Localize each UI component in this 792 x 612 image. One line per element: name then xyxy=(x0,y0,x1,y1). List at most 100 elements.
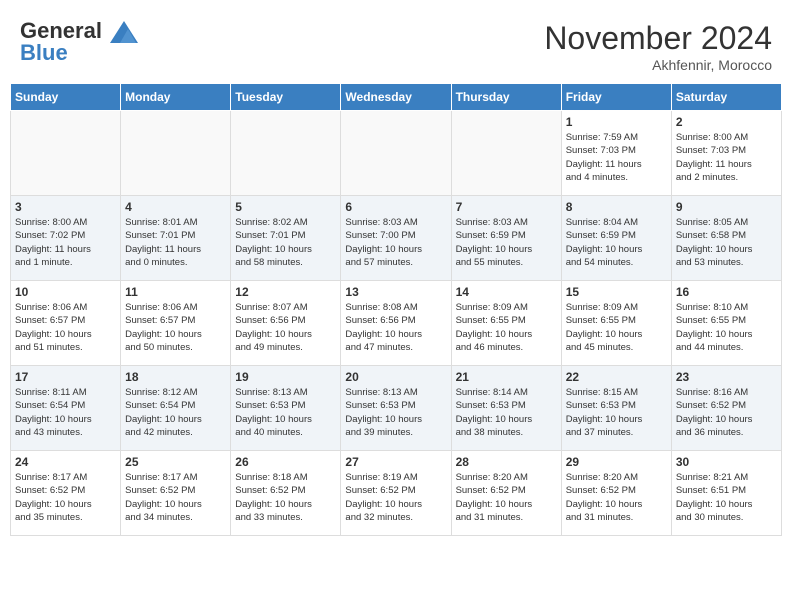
day-number: 11 xyxy=(125,285,226,299)
day-info: Sunrise: 8:02 AMSunset: 7:01 PMDaylight:… xyxy=(235,216,336,269)
calendar-day-cell: 22 Sunrise: 8:15 AMSunset: 6:53 PMDayligh… xyxy=(561,366,671,451)
calendar-day-cell: 4 Sunrise: 8:01 AMSunset: 7:01 PMDaylight… xyxy=(121,196,231,281)
day-number: 15 xyxy=(566,285,667,299)
day-info: Sunrise: 8:09 AMSunset: 6:55 PMDaylight:… xyxy=(456,301,557,354)
day-number: 8 xyxy=(566,200,667,214)
calendar-week-row: 1Sunrise: 7:59 AMSunset: 7:03 PMDaylight… xyxy=(11,111,782,196)
day-info: Sunrise: 8:08 AMSunset: 6:56 PMDaylight:… xyxy=(345,301,446,354)
day-info: Sunrise: 8:00 AMSunset: 7:03 PMDaylight:… xyxy=(676,131,777,184)
calendar-day-cell: 19 Sunrise: 8:13 AMSunset: 6:53 PMDayligh… xyxy=(231,366,341,451)
day-info: Sunrise: 8:13 AMSunset: 6:53 PMDaylight:… xyxy=(235,386,336,439)
day-info: Sunrise: 8:17 AMSunset: 6:52 PMDaylight:… xyxy=(15,471,116,524)
calendar-day-cell xyxy=(231,111,341,196)
day-info: Sunrise: 8:06 AMSunset: 6:57 PMDaylight:… xyxy=(15,301,116,354)
day-number: 22 xyxy=(566,370,667,384)
logo-text: General Blue xyxy=(20,20,102,64)
calendar-day-cell: 12 Sunrise: 8:07 AMSunset: 6:56 PMDayligh… xyxy=(231,281,341,366)
logo: General Blue xyxy=(20,20,142,64)
day-info: Sunrise: 8:12 AMSunset: 6:54 PMDaylight:… xyxy=(125,386,226,439)
calendar-day-cell xyxy=(11,111,121,196)
day-number: 30 xyxy=(676,455,777,469)
day-info: Sunrise: 8:16 AMSunset: 6:52 PMDaylight:… xyxy=(676,386,777,439)
calendar-day-cell: 16Sunrise: 8:10 AMSunset: 6:55 PMDayligh… xyxy=(671,281,781,366)
day-number: 27 xyxy=(345,455,446,469)
calendar-day-cell: 11 Sunrise: 8:06 AMSunset: 6:57 PMDayligh… xyxy=(121,281,231,366)
page-header: General Blue November 2024 Akhfennir, Mo… xyxy=(10,10,782,78)
location-subtitle: Akhfennir, Morocco xyxy=(544,57,772,73)
day-info: Sunrise: 8:18 AMSunset: 6:52 PMDaylight:… xyxy=(235,471,336,524)
calendar-week-row: 10 Sunrise: 8:06 AMSunset: 6:57 PMDayligh… xyxy=(11,281,782,366)
day-number: 24 xyxy=(15,455,116,469)
title-block: November 2024 Akhfennir, Morocco xyxy=(544,20,772,73)
weekday-header-friday: Friday xyxy=(561,84,671,111)
day-info: Sunrise: 8:09 AMSunset: 6:55 PMDaylight:… xyxy=(566,301,667,354)
calendar-day-cell xyxy=(451,111,561,196)
calendar-day-cell: 13 Sunrise: 8:08 AMSunset: 6:56 PMDayligh… xyxy=(341,281,451,366)
calendar-day-cell: 2 Sunrise: 8:00 AMSunset: 7:03 PMDaylight… xyxy=(671,111,781,196)
weekday-header-thursday: Thursday xyxy=(451,84,561,111)
day-number: 4 xyxy=(125,200,226,214)
calendar-day-cell: 10 Sunrise: 8:06 AMSunset: 6:57 PMDayligh… xyxy=(11,281,121,366)
calendar-day-cell: 3Sunrise: 8:00 AMSunset: 7:02 PMDaylight… xyxy=(11,196,121,281)
weekday-header-monday: Monday xyxy=(121,84,231,111)
day-number: 2 xyxy=(676,115,777,129)
day-number: 18 xyxy=(125,370,226,384)
calendar-week-row: 24 Sunrise: 8:17 AMSunset: 6:52 PMDayligh… xyxy=(11,451,782,536)
day-number: 9 xyxy=(676,200,777,214)
calendar-day-cell: 27Sunrise: 8:19 AMSunset: 6:52 PMDayligh… xyxy=(341,451,451,536)
day-info: Sunrise: 8:03 AMSunset: 7:00 PMDaylight:… xyxy=(345,216,446,269)
calendar-day-cell: 7Sunrise: 8:03 AMSunset: 6:59 PMDaylight… xyxy=(451,196,561,281)
day-number: 21 xyxy=(456,370,557,384)
calendar-day-cell: 8 Sunrise: 8:04 AMSunset: 6:59 PMDaylight… xyxy=(561,196,671,281)
day-number: 3 xyxy=(15,200,116,214)
day-number: 13 xyxy=(345,285,446,299)
weekday-header-wednesday: Wednesday xyxy=(341,84,451,111)
day-number: 29 xyxy=(566,455,667,469)
calendar-day-cell: 21 Sunrise: 8:14 AMSunset: 6:53 PMDayligh… xyxy=(451,366,561,451)
day-info: Sunrise: 8:17 AMSunset: 6:52 PMDaylight:… xyxy=(125,471,226,524)
day-number: 26 xyxy=(235,455,336,469)
day-info: Sunrise: 8:15 AMSunset: 6:53 PMDaylight:… xyxy=(566,386,667,439)
day-info: Sunrise: 8:13 AMSunset: 6:53 PMDaylight:… xyxy=(345,386,446,439)
calendar-week-row: 3Sunrise: 8:00 AMSunset: 7:02 PMDaylight… xyxy=(11,196,782,281)
day-info: Sunrise: 8:01 AMSunset: 7:01 PMDaylight:… xyxy=(125,216,226,269)
calendar-day-cell: 29 Sunrise: 8:20 AMSunset: 6:52 PMDayligh… xyxy=(561,451,671,536)
day-number: 19 xyxy=(235,370,336,384)
day-info: Sunrise: 8:20 AMSunset: 6:52 PMDaylight:… xyxy=(456,471,557,524)
day-info: Sunrise: 8:06 AMSunset: 6:57 PMDaylight:… xyxy=(125,301,226,354)
day-number: 7 xyxy=(456,200,557,214)
day-number: 6 xyxy=(345,200,446,214)
day-number: 14 xyxy=(456,285,557,299)
day-number: 12 xyxy=(235,285,336,299)
day-number: 17 xyxy=(15,370,116,384)
calendar-day-cell: 25 Sunrise: 8:17 AMSunset: 6:52 PMDayligh… xyxy=(121,451,231,536)
day-number: 25 xyxy=(125,455,226,469)
day-number: 20 xyxy=(345,370,446,384)
calendar-day-cell: 6 Sunrise: 8:03 AMSunset: 7:00 PMDaylight… xyxy=(341,196,451,281)
day-info: Sunrise: 8:20 AMSunset: 6:52 PMDaylight:… xyxy=(566,471,667,524)
day-info: Sunrise: 7:59 AMSunset: 7:03 PMDaylight:… xyxy=(566,131,667,184)
day-info: Sunrise: 8:21 AMSunset: 6:51 PMDaylight:… xyxy=(676,471,777,524)
calendar-day-cell: 15 Sunrise: 8:09 AMSunset: 6:55 PMDayligh… xyxy=(561,281,671,366)
calendar-header-row: SundayMondayTuesdayWednesdayThursdayFrid… xyxy=(11,84,782,111)
calendar-day-cell: 24 Sunrise: 8:17 AMSunset: 6:52 PMDayligh… xyxy=(11,451,121,536)
calendar-day-cell: 18 Sunrise: 8:12 AMSunset: 6:54 PMDayligh… xyxy=(121,366,231,451)
day-number: 5 xyxy=(235,200,336,214)
day-number: 28 xyxy=(456,455,557,469)
calendar-day-cell: 14 Sunrise: 8:09 AMSunset: 6:55 PMDayligh… xyxy=(451,281,561,366)
calendar-day-cell: 17Sunrise: 8:11 AMSunset: 6:54 PMDayligh… xyxy=(11,366,121,451)
day-info: Sunrise: 8:04 AMSunset: 6:59 PMDaylight:… xyxy=(566,216,667,269)
calendar-table: SundayMondayTuesdayWednesdayThursdayFrid… xyxy=(10,83,782,536)
logo-icon xyxy=(106,15,142,51)
calendar-day-cell: 5 Sunrise: 8:02 AMSunset: 7:01 PMDaylight… xyxy=(231,196,341,281)
calendar-day-cell: 1Sunrise: 7:59 AMSunset: 7:03 PMDaylight… xyxy=(561,111,671,196)
logo-blue: Blue xyxy=(20,40,68,65)
day-number: 10 xyxy=(15,285,116,299)
weekday-header-saturday: Saturday xyxy=(671,84,781,111)
day-info: Sunrise: 8:14 AMSunset: 6:53 PMDaylight:… xyxy=(456,386,557,439)
calendar-day-cell: 30 Sunrise: 8:21 AMSunset: 6:51 PMDayligh… xyxy=(671,451,781,536)
day-info: Sunrise: 8:07 AMSunset: 6:56 PMDaylight:… xyxy=(235,301,336,354)
weekday-header-sunday: Sunday xyxy=(11,84,121,111)
calendar-day-cell: 23Sunrise: 8:16 AMSunset: 6:52 PMDayligh… xyxy=(671,366,781,451)
calendar-day-cell xyxy=(121,111,231,196)
